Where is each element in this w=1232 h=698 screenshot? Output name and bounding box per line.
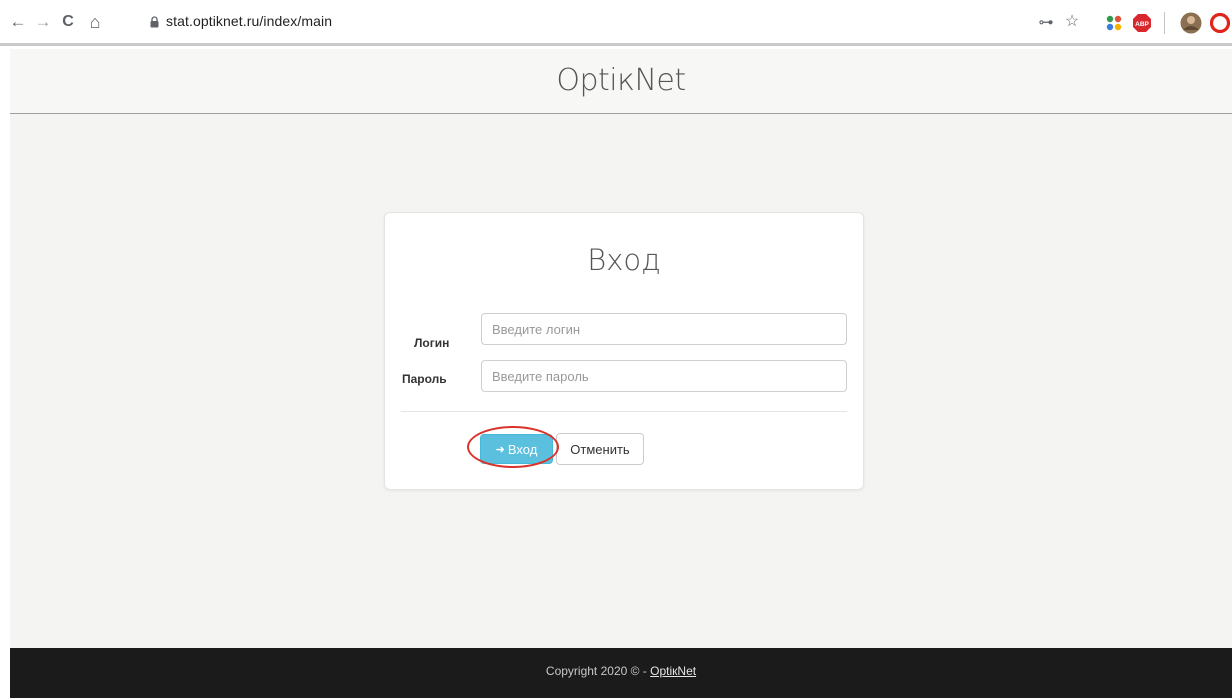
adblock-plus-icon[interactable]: ABP bbox=[1132, 13, 1152, 33]
footer-home-link[interactable]: OptiкNet bbox=[650, 664, 696, 678]
cancel-button[interactable]: Отменить bbox=[556, 433, 644, 465]
toolbar-separator bbox=[1164, 12, 1165, 34]
browser-toolbar: ← → C ⌂ stat.optiknet.ru/index/main ⊶ ☆ … bbox=[0, 0, 1232, 46]
login-card: Вход Логин Пароль ➜ Вход Отменить bbox=[384, 212, 864, 490]
address-bar[interactable]: stat.optiknet.ru/index/main bbox=[140, 9, 1020, 35]
site-header: OptiкNet bbox=[10, 49, 1232, 114]
reload-icon[interactable]: C bbox=[58, 12, 78, 32]
profile-avatar-icon[interactable] bbox=[1180, 12, 1202, 34]
lock-icon bbox=[150, 16, 159, 28]
login-submit-button[interactable]: ➜ Вход bbox=[480, 434, 553, 464]
extension-puzzle-icon[interactable] bbox=[1104, 13, 1124, 33]
form-divider bbox=[401, 411, 847, 412]
sign-in-icon: ➜ bbox=[495, 443, 505, 456]
back-arrow-icon[interactable]: ← bbox=[8, 12, 28, 32]
site-footer: Copyright 2020 © - OptiкNet bbox=[10, 648, 1232, 698]
bookmark-star-icon[interactable]: ☆ bbox=[1062, 11, 1082, 31]
password-input[interactable] bbox=[481, 360, 847, 392]
password-label: Пароль bbox=[402, 372, 447, 386]
footer-copyright: Copyright 2020 © - OptiкNet bbox=[10, 664, 1232, 678]
copyright-text: Copyright 2020 © - bbox=[545, 664, 651, 678]
password-key-icon[interactable]: ⊶ bbox=[1036, 13, 1056, 33]
opera-icon[interactable] bbox=[1210, 13, 1230, 33]
forward-arrow-icon[interactable]: → bbox=[33, 12, 53, 32]
login-submit-label: Вход bbox=[507, 441, 538, 457]
home-icon[interactable]: ⌂ bbox=[85, 12, 105, 32]
adblock-label: ABP bbox=[1135, 21, 1149, 28]
login-input[interactable] bbox=[481, 313, 847, 345]
login-label: Логин bbox=[414, 336, 450, 350]
site-title: OptiкNet bbox=[556, 63, 686, 98]
login-title: Вход bbox=[587, 243, 661, 277]
url-text: stat.optiknet.ru/index/main bbox=[166, 13, 333, 29]
